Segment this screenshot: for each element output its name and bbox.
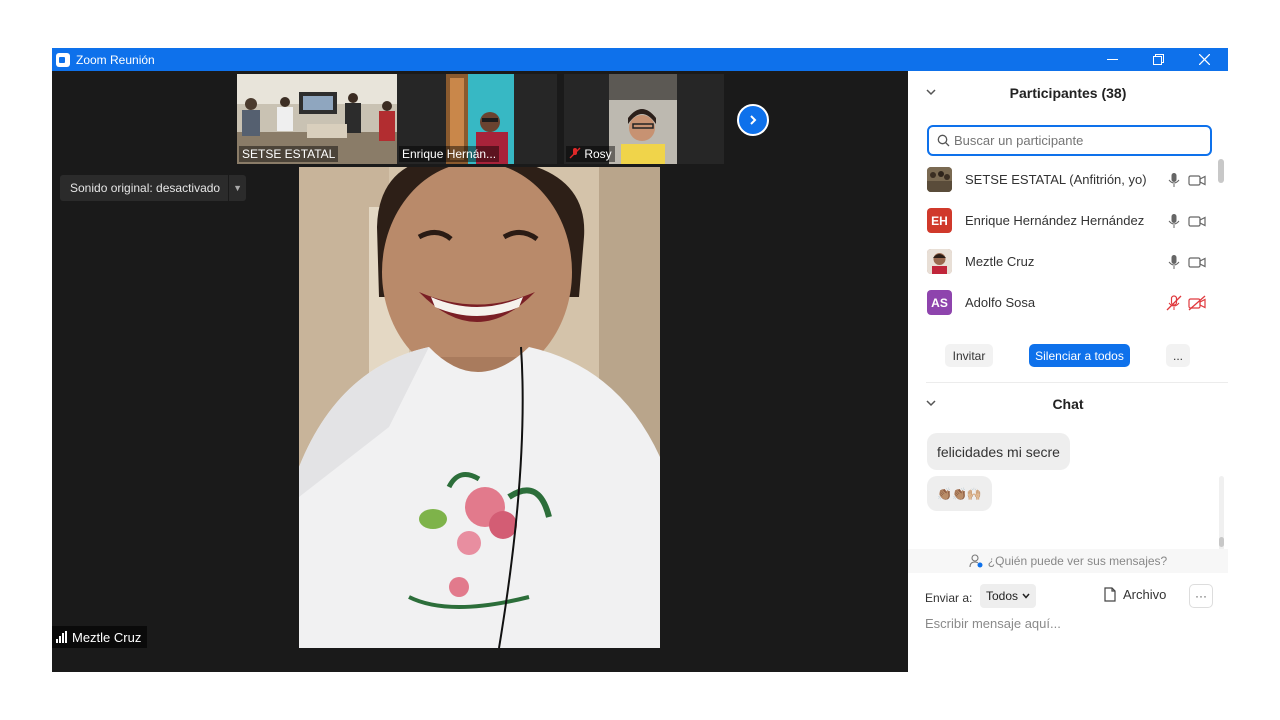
chat-header: Chat [908,392,1228,416]
signal-strength-icon [56,631,67,643]
mute-all-button[interactable]: Silenciar a todos [1029,344,1130,367]
original-sound-toggle[interactable]: Sonido original: desactivado ▼ [60,175,247,201]
search-input[interactable] [954,133,1194,148]
participants-title: Participantes (38) [1009,85,1127,101]
title-bar: Zoom Reunión [52,48,1228,71]
chevron-down-icon [1022,593,1030,599]
chat-message: felicidades mi secre [927,433,1070,470]
video-camera-icon[interactable] [1188,213,1206,229]
video-feed-image [609,74,677,164]
video-camera-icon[interactable] [1188,172,1206,188]
active-speaker-video [299,167,660,648]
participants-header: Participantes (38) [908,81,1228,105]
chat-message-input[interactable] [925,616,1215,631]
invite-button[interactable]: Invitar [945,344,993,367]
restore-icon [1152,54,1164,65]
send-to-dropdown[interactable]: Todos [980,584,1037,608]
participant-row[interactable]: EH Enrique Hernández Hernández [908,200,1218,241]
microphone-icon[interactable] [1166,254,1182,270]
chat-message: 👏🏽👏🏽🙌🏼 [927,476,992,511]
send-to-label: Enviar a: [925,591,973,605]
chevron-right-icon [750,115,757,125]
thumbnail-name-text: Rosy [584,147,612,161]
person-lock-icon [969,554,983,568]
close-button[interactable] [1181,48,1227,71]
restore-button[interactable] [1135,48,1181,71]
chat-more-button[interactable]: ··· [1189,584,1213,608]
participant-row[interactable]: AS Adolfo Sosa [908,282,1218,323]
thumbnail-video[interactable]: Rosy [564,74,724,164]
avatar [927,167,952,192]
chevron-down-icon[interactable]: ▼ [228,175,246,201]
file-label: Archivo [1123,587,1167,602]
thumbnail-name: SETSE ESTATAL [239,146,339,162]
microphone-muted-icon[interactable] [1166,294,1182,311]
thumbnail-name: Enrique Hernán... [399,146,500,162]
mic-muted-icon [569,147,581,159]
side-panel: Participantes (38) SETSE ESTATAL (Anfitr… [908,71,1228,672]
participant-name: Enrique Hernández Hernández [965,213,1145,228]
file-button[interactable]: Archivo [1104,587,1166,602]
thumbnail-video[interactable]: Enrique Hernán... [397,74,557,164]
minimize-icon [1106,59,1118,60]
zoom-app-icon [56,52,70,67]
participant-name: SETSE ESTATAL (Anfitrión, yo) [965,172,1147,187]
participant-search[interactable] [927,125,1212,156]
zoom-window: Zoom Reunión SETSE ESTATAL Enrique Herná… [52,48,1228,672]
send-to-value: Todos [986,589,1019,603]
participant-name: Adolfo Sosa [965,295,1036,310]
meeting-controls-bar [52,648,908,672]
participant-name: Meztle Cruz [965,254,1035,269]
minimize-button[interactable] [1089,48,1135,71]
participant-row[interactable]: SETSE ESTATAL (Anfitrión, yo) [908,159,1218,200]
chat-title: Chat [1052,396,1084,412]
search-icon [937,134,950,147]
microphone-icon[interactable] [1166,213,1182,229]
avatar: AS [927,290,952,315]
avatar: EH [927,208,952,233]
more-options-button[interactable]: ... [1166,344,1190,367]
file-icon [1104,587,1116,602]
participant-list-scrollbar[interactable] [1218,159,1224,183]
chevron-down-icon[interactable] [926,86,936,100]
chevron-down-icon[interactable] [926,397,936,411]
participant-list: SETSE ESTATAL (Anfitrión, yo) EH Enrique… [908,159,1228,329]
thumbnail-name: Rosy [566,146,615,162]
microphone-icon[interactable] [1166,172,1182,188]
section-divider [926,382,1228,383]
chat-scrollbar[interactable] [1219,537,1224,547]
avatar [927,249,952,274]
thumbnail-video[interactable]: SETSE ESTATAL [237,74,397,164]
video-camera-icon[interactable] [1188,254,1206,270]
who-can-see-link[interactable]: ¿Quién puede ver sus mensajes? [908,549,1228,573]
video-feed-image [299,167,660,648]
who-can-see-text: ¿Quién puede ver sus mensajes? [987,554,1168,568]
close-icon [1198,54,1210,65]
video-camera-off-icon[interactable] [1188,295,1206,311]
participant-row[interactable]: Meztle Cruz [908,241,1218,282]
window-title: Zoom Reunión [76,52,155,67]
active-speaker-name: Meztle Cruz [72,629,142,645]
video-stage: SETSE ESTATAL Enrique Hernán... Rosy Son… [52,71,908,672]
active-speaker-label: Meztle Cruz [52,626,148,648]
next-page-button[interactable] [737,104,769,136]
thumbnail-strip: SETSE ESTATAL Enrique Hernán... Rosy [52,71,908,165]
original-sound-label: Sonido original: desactivado [70,181,221,195]
